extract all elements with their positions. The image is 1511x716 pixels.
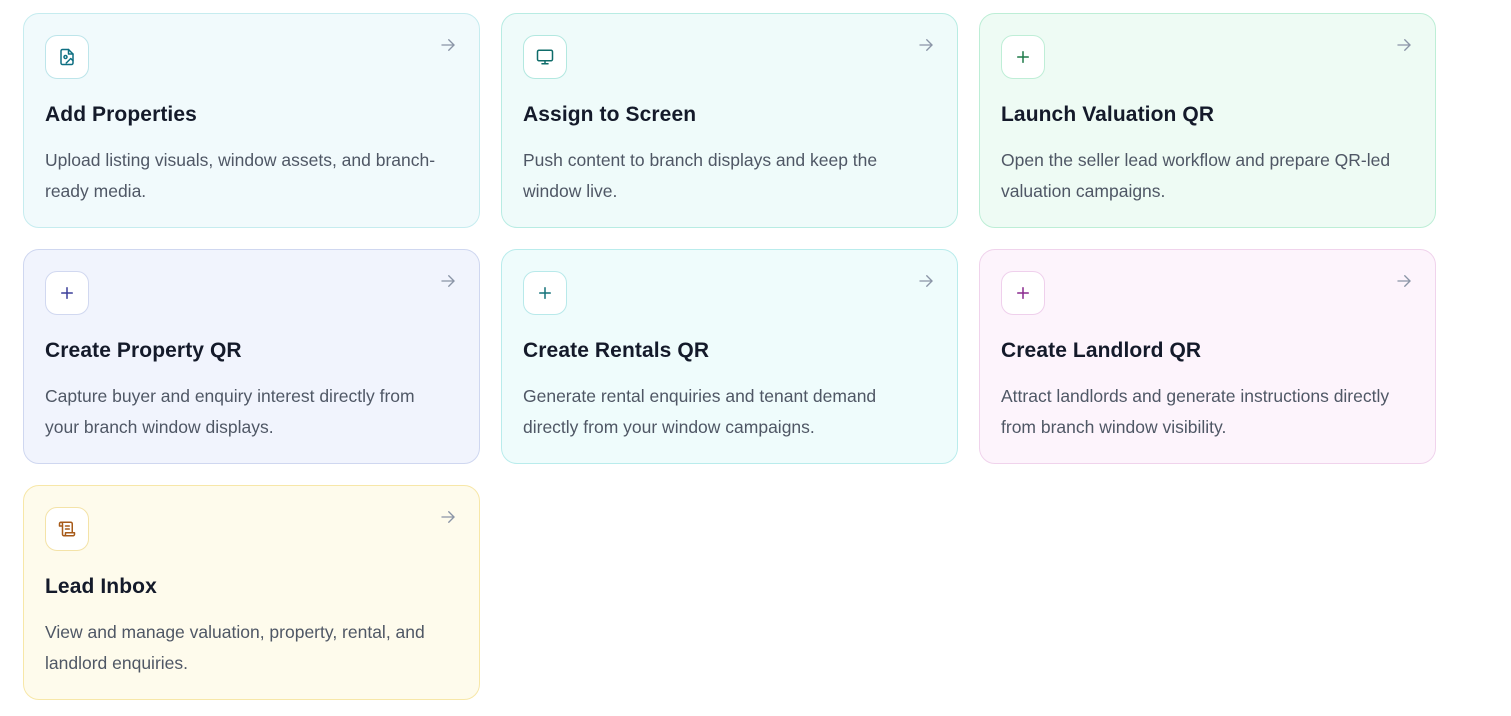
card-lead-inbox[interactable]: Lead Inbox View and manage valuation, pr… xyxy=(23,485,480,700)
card-create-landlord-qr[interactable]: Create Landlord QR Attract landlords and… xyxy=(979,249,1436,464)
card-description: Open the seller lead workflow and prepar… xyxy=(1001,150,1391,201)
card-description: View and manage valuation, property, ren… xyxy=(45,622,425,673)
arrow-right-icon xyxy=(439,508,457,526)
quick-actions-grid: Add Properties Upload listing visuals, w… xyxy=(23,13,1436,700)
card-title: Create Landlord QR xyxy=(1001,339,1202,362)
plus-icon xyxy=(1001,35,1045,79)
card-description: Generate rental enquiries and tenant dem… xyxy=(523,386,877,437)
card-title: Lead Inbox xyxy=(45,575,157,598)
card-description: Push content to branch displays and keep… xyxy=(523,150,878,201)
card-description: Attract landlords and generate instructi… xyxy=(1001,386,1390,437)
arrow-right-icon xyxy=(1395,272,1413,290)
arrow-right-icon xyxy=(1395,36,1413,54)
card-assign-to-screen[interactable]: Assign to Screen Push content to branch … xyxy=(501,13,958,228)
scroll-icon xyxy=(45,507,89,551)
card-title: Create Property QR xyxy=(45,339,242,362)
card-title: Create Rentals QR xyxy=(523,339,710,362)
arrow-right-icon xyxy=(439,272,457,290)
card-title: Add Properties xyxy=(45,103,197,126)
card-add-properties[interactable]: Add Properties Upload listing visuals, w… xyxy=(23,13,480,228)
file-image-icon xyxy=(45,35,89,79)
plus-icon xyxy=(523,271,567,315)
card-description: Capture buyer and enquiry interest direc… xyxy=(45,386,415,437)
arrow-right-icon xyxy=(917,272,935,290)
monitor-icon xyxy=(523,35,567,79)
card-launch-valuation-qr[interactable]: Launch Valuation QR Open the seller lead… xyxy=(979,13,1436,228)
plus-icon xyxy=(45,271,89,315)
card-title: Launch Valuation QR xyxy=(1001,103,1215,126)
plus-icon xyxy=(1001,271,1045,315)
card-create-rentals-qr[interactable]: Create Rentals QR Generate rental enquir… xyxy=(501,249,958,464)
card-title: Assign to Screen xyxy=(523,103,697,126)
arrow-right-icon xyxy=(439,36,457,54)
arrow-right-icon xyxy=(917,36,935,54)
card-create-property-qr[interactable]: Create Property QR Capture buyer and enq… xyxy=(23,249,480,464)
card-description: Upload listing visuals, window assets, a… xyxy=(45,150,436,201)
